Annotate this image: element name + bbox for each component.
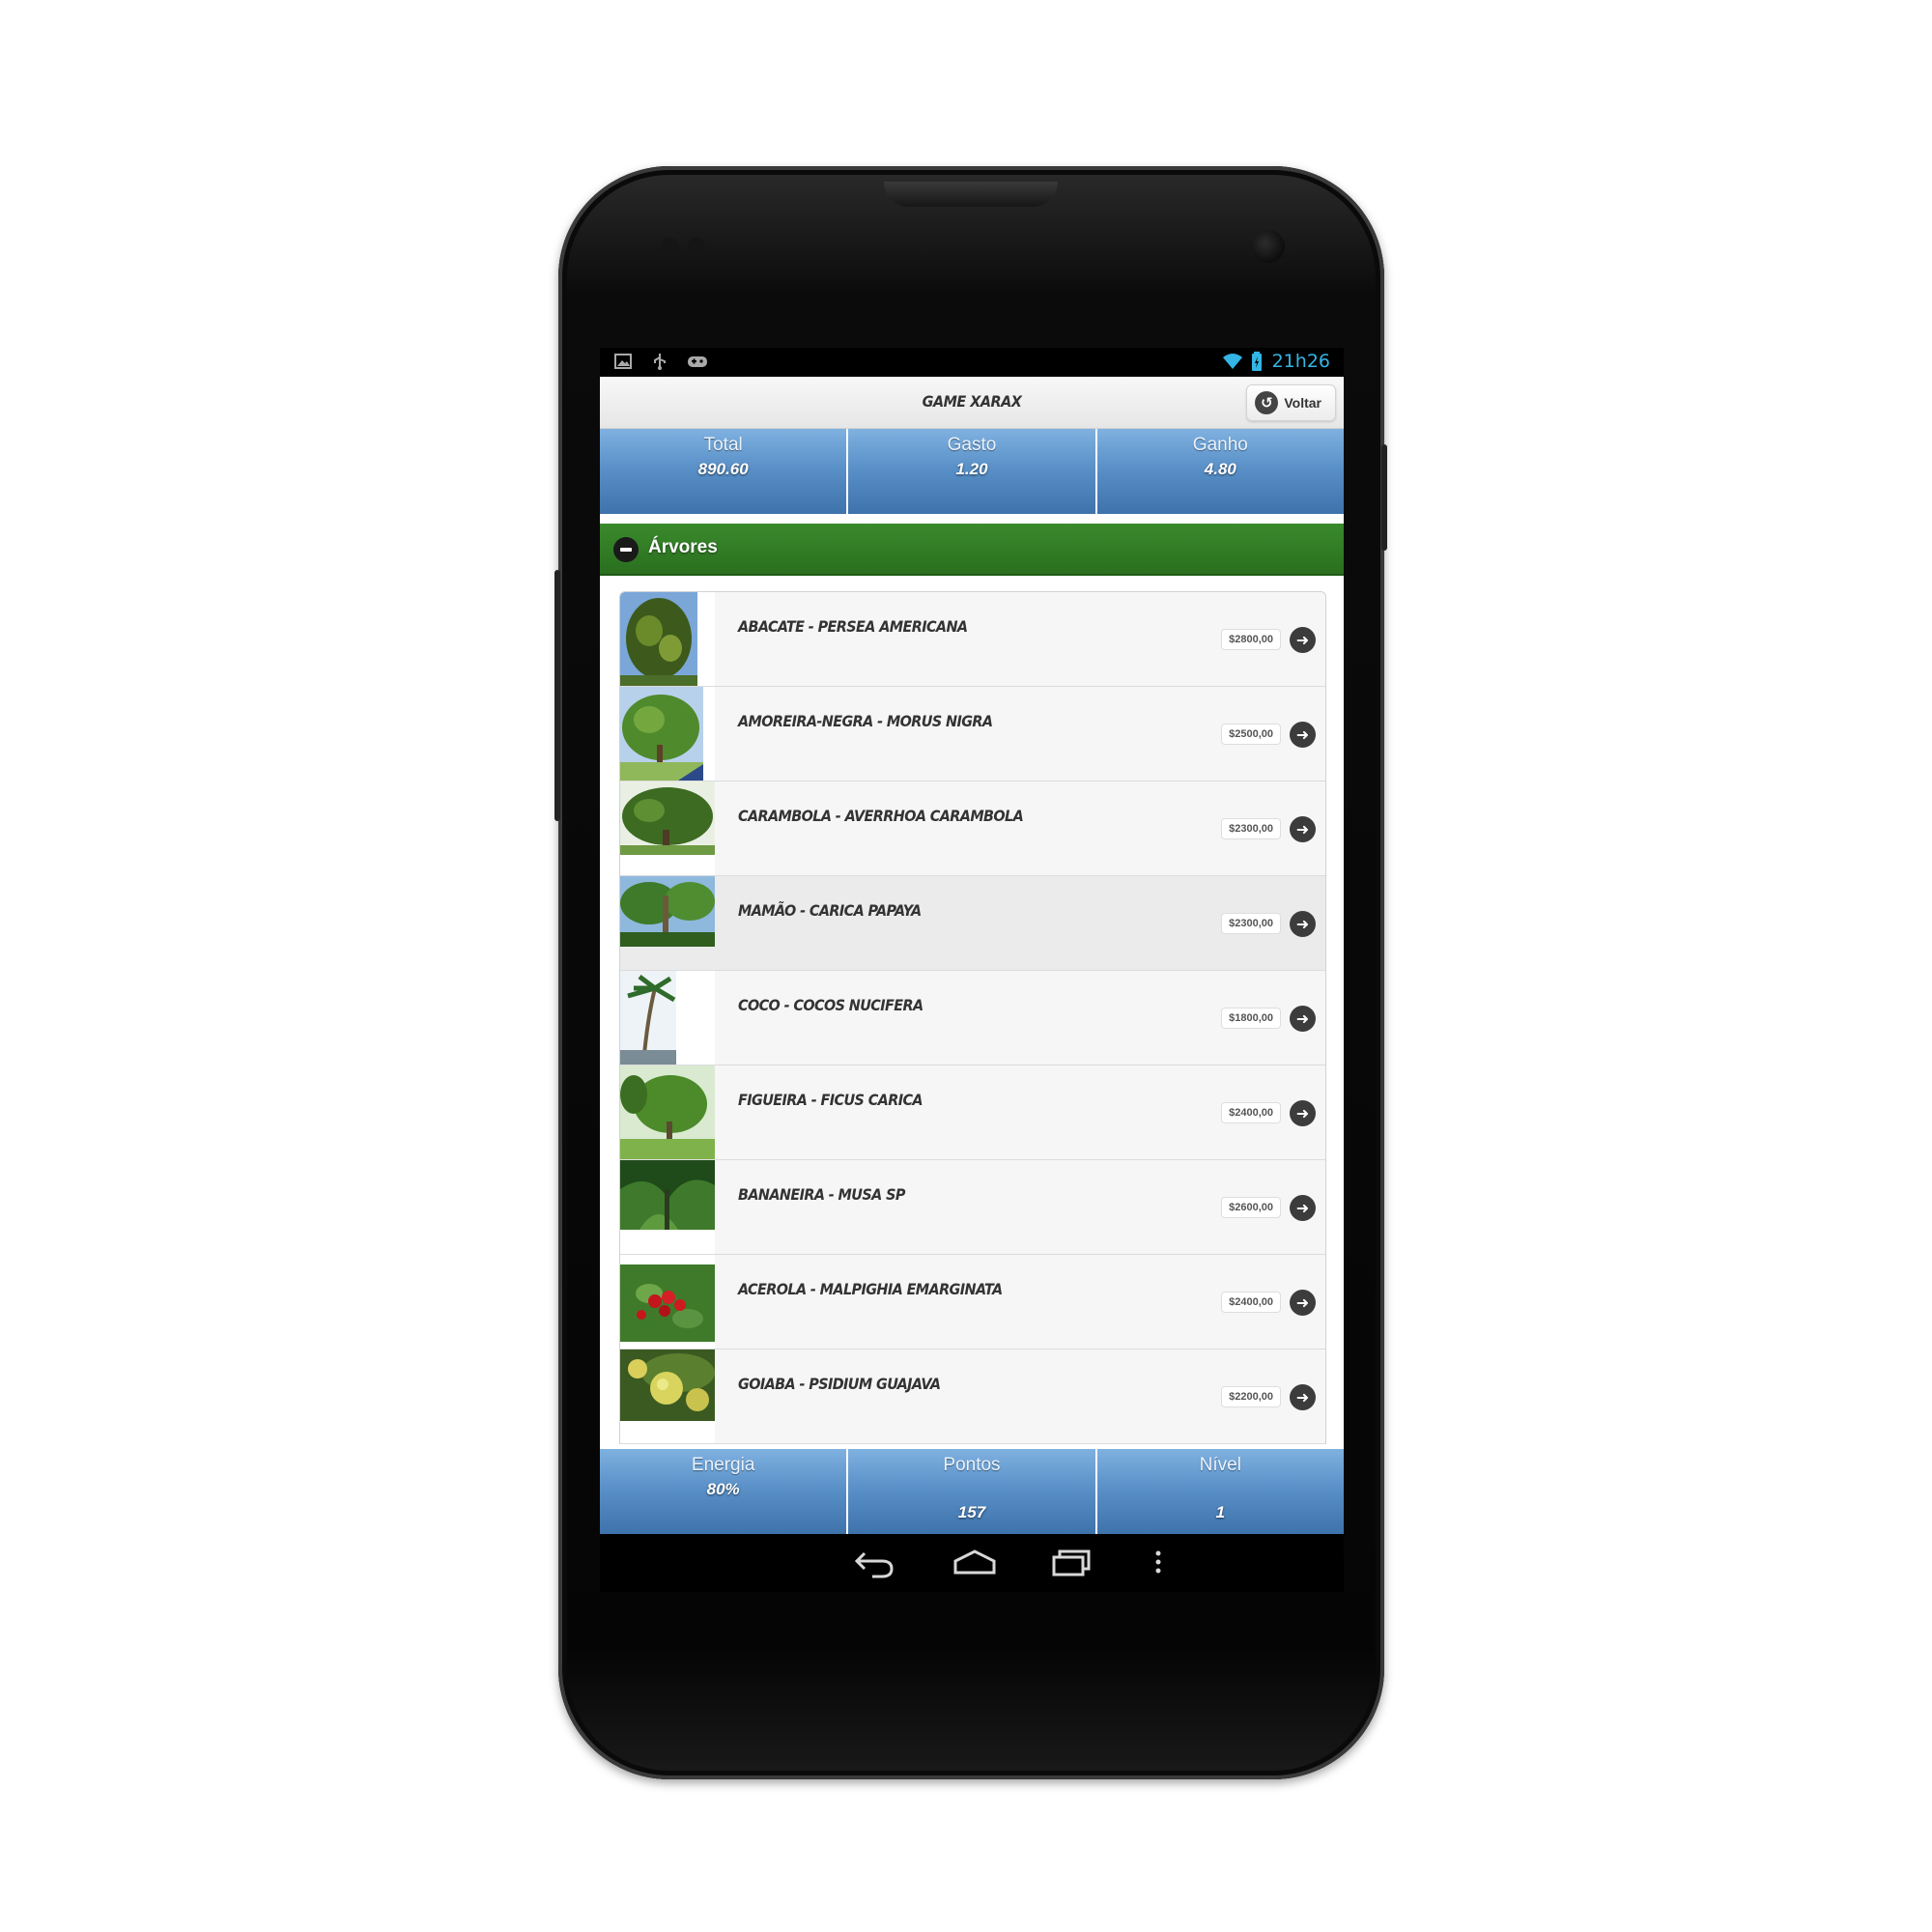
content-area: Árvores Abacate - Persea americana $2800…	[600, 514, 1344, 1449]
stat-label: Pontos	[943, 1455, 1001, 1475]
price-badge: $2400,00	[1221, 1292, 1281, 1313]
tree-name: Abacate - Persea americana	[738, 617, 968, 636]
bottom-stats-bar: Energia 80% Pontos 157 Nível 1	[600, 1449, 1344, 1534]
stat-label: Energia	[691, 1455, 755, 1475]
tree-name: Amoreira-negra - Morus nigra	[738, 712, 993, 730]
home-icon[interactable]	[952, 1546, 998, 1589]
gamepad-icon	[687, 352, 707, 371]
page-title: GAME XARAX	[922, 392, 1022, 411]
android-nav-bar	[600, 1534, 1344, 1592]
tree-list: Abacate - Persea americana $2800,00 ➜ Am…	[619, 591, 1326, 1444]
list-item[interactable]: Coco - Cocos nucifera $1800,00 ➜	[620, 971, 1325, 1065]
section-title: Árvores	[648, 537, 718, 557]
list-item[interactable]: Abacate - Persea americana $2800,00 ➜	[620, 592, 1325, 687]
status-time: 21h26	[1271, 351, 1330, 372]
phone-screen: 21h26 GAME XARAX ↺ Voltar Total 890.60 G…	[600, 348, 1344, 1592]
section-header-arvores[interactable]: Árvores	[600, 524, 1344, 576]
arrow-right-icon: ➜	[1290, 722, 1316, 748]
price-badge: $2300,00	[1221, 818, 1281, 839]
tree-thumbnail	[620, 687, 715, 781]
list-item[interactable]: Acerola - Malpighia emarginata $2400,00 …	[620, 1255, 1325, 1350]
arrow-right-icon: ➜	[1290, 1384, 1316, 1410]
app-header: GAME XARAX ↺ Voltar	[600, 377, 1344, 429]
tree-name: Goiaba - Psidium guajava	[738, 1375, 941, 1393]
tree-name: Carambola - Averrhoa carambola	[738, 807, 1024, 825]
stat-pontos: Pontos 157	[848, 1449, 1097, 1534]
wifi-icon	[1222, 352, 1242, 371]
usb-icon	[650, 352, 669, 371]
price-badge: $2200,00	[1221, 1386, 1281, 1407]
price-badge: $1800,00	[1221, 1008, 1281, 1029]
list-item[interactable]: Mamão - Carica papaya $2300,00 ➜	[620, 876, 1325, 971]
tree-name: Coco - Cocos nucifera	[738, 996, 923, 1014]
stat-label: Ganho	[1192, 435, 1248, 455]
tree-thumbnail	[620, 1350, 715, 1443]
stat-value: 890.60	[697, 460, 749, 478]
back-button[interactable]: ↺ Voltar	[1246, 384, 1336, 421]
price-badge: $2500,00	[1221, 724, 1281, 745]
list-item[interactable]: Amoreira-negra - Morus nigra $2500,00 ➜	[620, 687, 1325, 781]
stat-ganho: Ganho 4.80	[1096, 429, 1344, 514]
tree-name: Acerola - Malpighia emarginata	[738, 1280, 1003, 1298]
stat-gasto: Gasto 1.20	[848, 429, 1097, 514]
tree-thumbnail	[620, 592, 715, 686]
undo-icon: ↺	[1255, 391, 1279, 414]
stat-value: 157	[957, 1503, 986, 1521]
stat-nivel: Nível 1	[1096, 1449, 1344, 1534]
tree-thumbnail	[620, 971, 715, 1065]
arrow-right-icon: ➜	[1290, 1100, 1316, 1126]
tree-thumbnail	[620, 1065, 715, 1159]
front-camera	[1252, 230, 1285, 263]
stat-value: 4.80	[1204, 460, 1236, 478]
tree-thumbnail	[620, 876, 715, 970]
status-bar: 21h26	[600, 348, 1344, 377]
arrow-right-icon: ➜	[1290, 1006, 1316, 1032]
stat-total: Total 890.60	[600, 429, 849, 514]
arrow-right-icon: ➜	[1290, 911, 1316, 937]
stat-value: 1	[1215, 1503, 1226, 1521]
arrow-right-icon: ➜	[1290, 1290, 1316, 1316]
price-badge: $2300,00	[1221, 913, 1281, 934]
battery-icon	[1247, 352, 1266, 371]
tree-name: Bananeira - Musa sp	[738, 1185, 905, 1204]
price-badge: $2800,00	[1221, 629, 1281, 650]
menu-icon[interactable]	[1152, 1546, 1164, 1589]
volume-rocker	[554, 570, 560, 821]
back-icon[interactable]	[853, 1546, 895, 1589]
tree-thumbnail	[620, 781, 715, 875]
stat-label: Gasto	[947, 435, 997, 455]
arrow-right-icon: ➜	[1290, 816, 1316, 842]
earpiece-speaker	[884, 182, 1058, 207]
stat-label: Total	[703, 435, 743, 455]
list-item[interactable]: Figueira - Ficus carica $2400,00 ➜	[620, 1065, 1325, 1160]
tree-name: Figueira - Ficus carica	[738, 1091, 923, 1109]
stat-energia: Energia 80%	[600, 1449, 849, 1534]
price-badge: $2600,00	[1221, 1197, 1281, 1218]
list-item[interactable]: Goiaba - Psidium guajava $2200,00 ➜	[620, 1350, 1325, 1444]
tree-thumbnail	[620, 1160, 715, 1254]
proximity-sensor	[661, 238, 678, 255]
back-button-label: Voltar	[1284, 395, 1321, 411]
stat-label: Nível	[1199, 1455, 1241, 1475]
light-sensor	[688, 238, 705, 255]
power-button	[1381, 444, 1387, 551]
list-item[interactable]: Bananeira - Musa sp $2600,00 ➜	[620, 1160, 1325, 1255]
price-badge: $2400,00	[1221, 1102, 1281, 1123]
tree-name: Mamão - Carica papaya	[738, 901, 922, 920]
recents-icon[interactable]	[1050, 1546, 1093, 1589]
arrow-right-icon: ➜	[1290, 627, 1316, 653]
collapse-icon	[613, 537, 639, 562]
top-stats-bar: Total 890.60 Gasto 1.20 Ganho 4.80	[600, 429, 1344, 514]
stat-value: 80%	[706, 1480, 740, 1498]
stat-value: 1.20	[955, 460, 988, 478]
arrow-right-icon: ➜	[1290, 1195, 1316, 1221]
tree-thumbnail	[620, 1255, 715, 1349]
image-icon	[613, 352, 633, 371]
list-item[interactable]: Carambola - Averrhoa carambola $2300,00 …	[620, 781, 1325, 876]
